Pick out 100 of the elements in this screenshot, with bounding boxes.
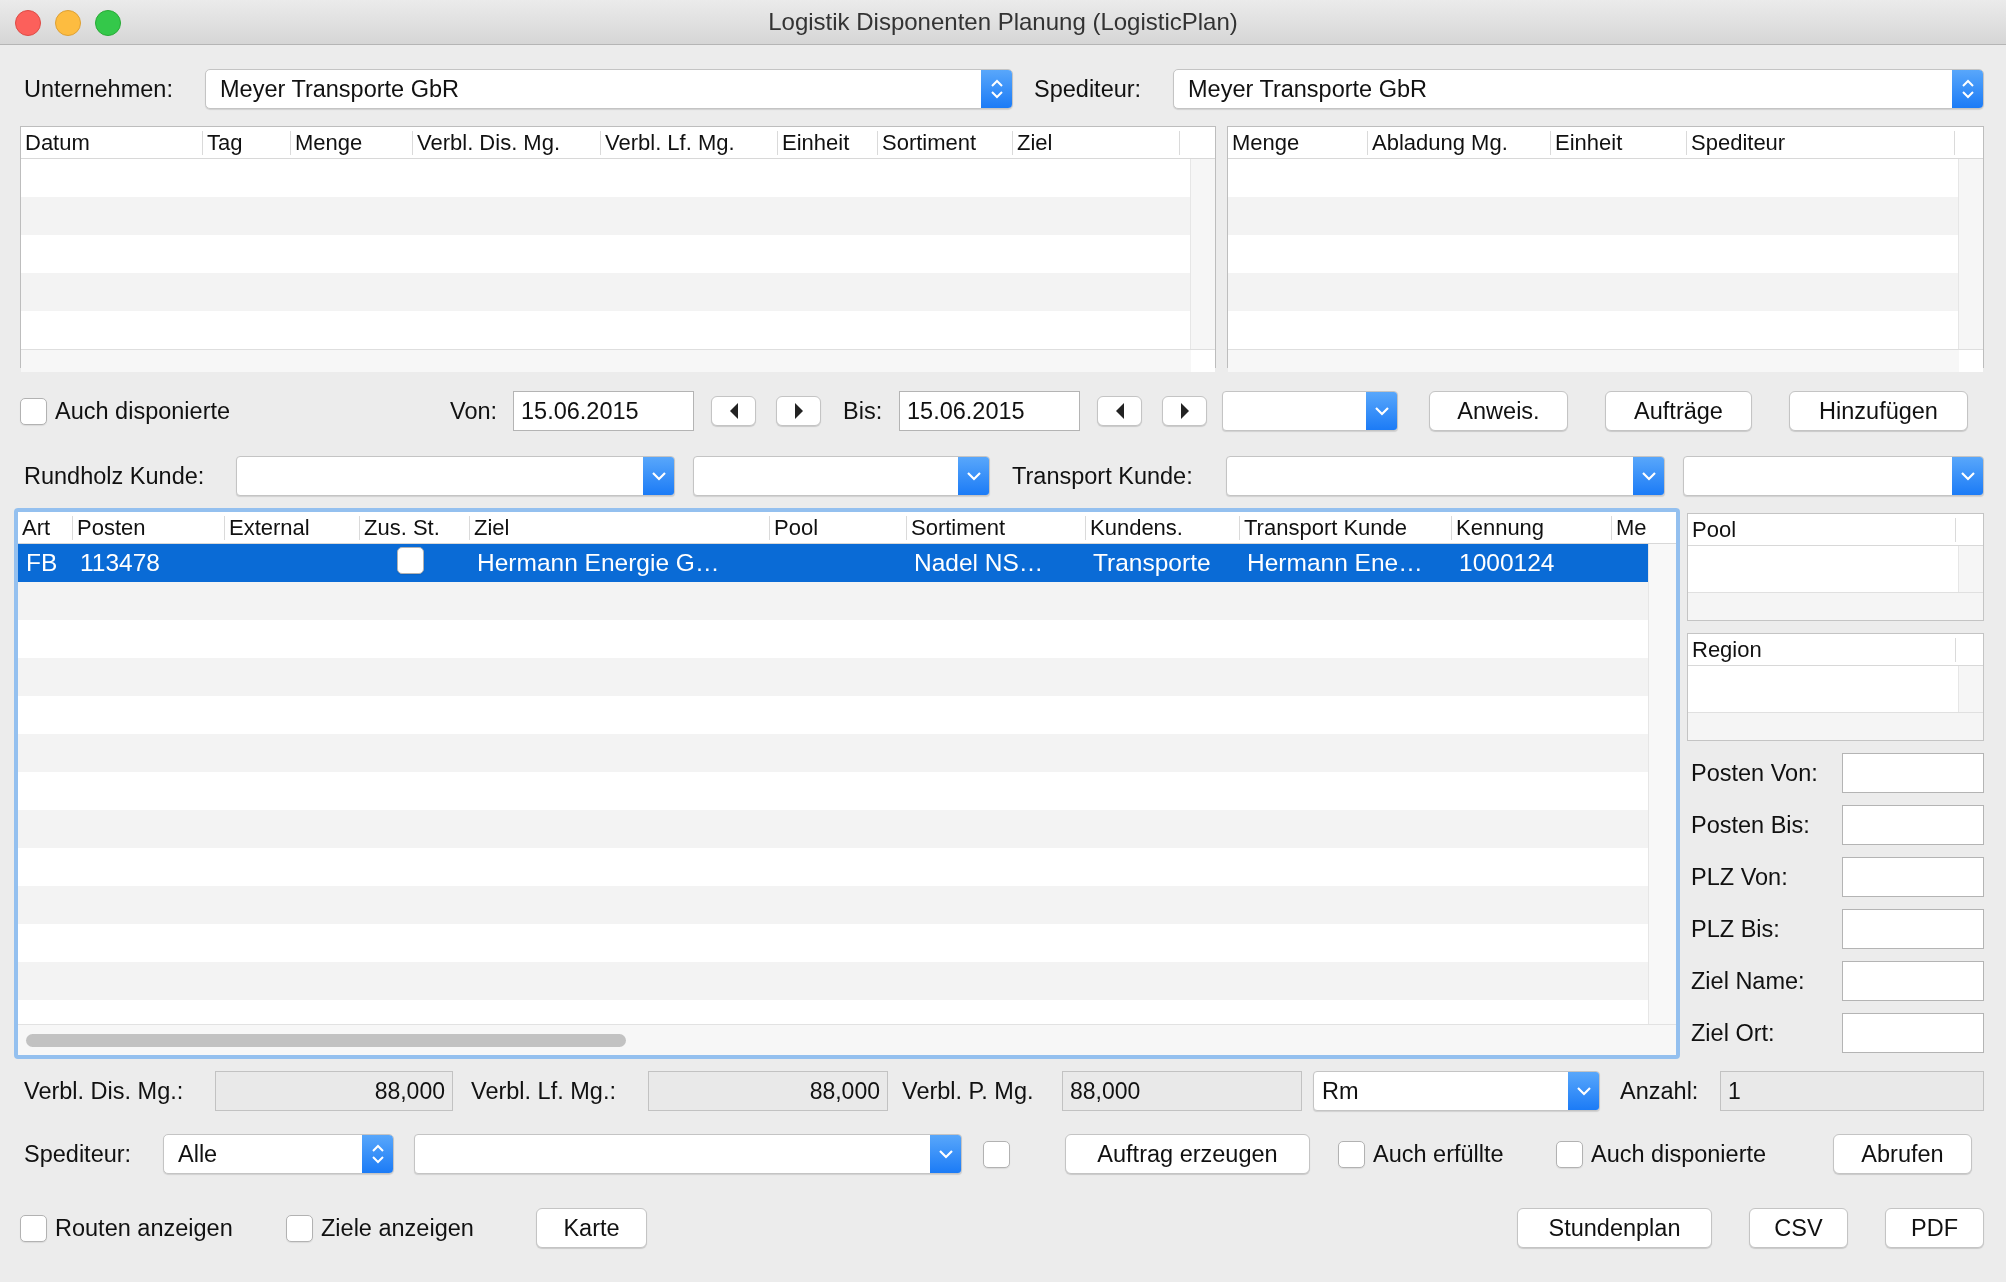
table-row[interactable]: FB 113478 Hermann Energie G… Nadel NS… Transporte Hermann Ene… 1000124	[18, 544, 1648, 582]
customer-combo[interactable]	[1226, 456, 1665, 496]
customer-combo[interactable]	[693, 456, 990, 496]
filter-field[interactable]	[1842, 1013, 1984, 1053]
column-header[interactable]: Transport Kunde	[1239, 515, 1451, 540]
footer-button[interactable]: Stundenplan	[1517, 1208, 1712, 1248]
column-header[interactable]: Ziel	[469, 515, 769, 540]
field-label: Ziel Name:	[1690, 967, 1806, 995]
vertical-scrollbar[interactable]	[1648, 544, 1676, 1024]
checkbox[interactable]	[286, 1214, 313, 1242]
toolbar-button[interactable]: Anweis.	[1429, 391, 1568, 431]
field-label: Bis:	[842, 397, 884, 425]
column-header[interactable]: Me	[1611, 515, 1647, 540]
column-header[interactable]: Sortiment	[877, 130, 1012, 155]
vertical-scrollbar[interactable]	[1958, 546, 1983, 592]
horizontal-scrollbar[interactable]	[1688, 592, 1983, 620]
close-button[interactable]	[15, 10, 41, 36]
minimize-button[interactable]	[55, 10, 81, 36]
readonly-field[interactable]: 1	[1720, 1071, 1984, 1111]
chevron-down-icon	[938, 1149, 954, 1159]
vertical-scrollbar[interactable]	[1190, 159, 1215, 349]
field-label: Posten Von:	[1690, 759, 1819, 787]
carrier-popup[interactable]: Meyer Transporte GbR	[1173, 69, 1984, 109]
filter-field[interactable]	[1842, 909, 1984, 949]
column-header[interactable]: Zus. St.	[359, 515, 469, 540]
column-header[interactable]: Verbl. Dis. Mg.	[412, 130, 600, 155]
horizontal-scrollbar[interactable]	[1228, 349, 1983, 372]
column-header[interactable]: Kundens.	[1085, 515, 1239, 540]
carrier-popup[interactable]: Alle	[163, 1134, 394, 1174]
create-order-button[interactable]: Auftrag erzeugen	[1065, 1134, 1310, 1174]
chevron-down-icon	[1374, 406, 1390, 416]
column-header[interactable]: Tag	[202, 130, 290, 155]
column-header[interactable]: Region	[1688, 637, 1955, 662]
customer-combo[interactable]	[236, 456, 675, 496]
chevron-down-icon	[1960, 471, 1976, 481]
checkbox[interactable]	[983, 1140, 1010, 1168]
up-down-chevron-icon	[990, 78, 1004, 100]
field-label: Anzahl:	[1619, 1077, 1700, 1105]
table-cell-text: 113478	[79, 549, 161, 577]
column-header[interactable]: Einheit	[1550, 130, 1686, 155]
toolbar-button[interactable]: Hinzufügen	[1789, 391, 1968, 431]
vertical-scrollbar[interactable]	[1958, 666, 1983, 712]
fetch-button[interactable]: Abrufen	[1833, 1134, 1972, 1174]
column-header[interactable]: Posten	[72, 515, 224, 540]
previous-button[interactable]	[711, 396, 756, 426]
table-cell-text: Hermann Ene…	[1246, 549, 1424, 577]
triangle-right-icon	[792, 402, 805, 420]
column-header[interactable]: Ziel	[1012, 130, 1179, 155]
horizontal-scrollbar[interactable]	[21, 349, 1215, 372]
horizontal-scrollbar[interactable]	[18, 1024, 1676, 1055]
dropdown[interactable]	[1222, 391, 1398, 431]
next-button[interactable]	[1162, 396, 1207, 426]
checkbox[interactable]	[20, 1214, 47, 1242]
map-button[interactable]: Karte	[536, 1208, 647, 1248]
company-popup[interactable]: Meyer Transporte GbR	[205, 69, 1013, 109]
filter-field[interactable]	[1842, 753, 1984, 793]
customer-combo[interactable]	[1683, 456, 1984, 496]
column-header[interactable]: Art	[18, 515, 72, 540]
horizontal-scrollbar-thumb[interactable]	[26, 1033, 626, 1047]
date-field[interactable]: 15.06.2015	[899, 391, 1080, 431]
readonly-field[interactable]: 88,000	[215, 1071, 453, 1111]
column-header[interactable]: Sortiment	[906, 515, 1085, 540]
field-label: Von:	[449, 397, 499, 425]
vertical-scrollbar[interactable]	[1958, 159, 1983, 349]
column-header[interactable]: Kennung	[1451, 515, 1611, 540]
column-header[interactable]: Abladung Mg.	[1367, 130, 1550, 155]
chevron-down-icon	[1576, 1086, 1592, 1096]
filter-field[interactable]	[1842, 805, 1984, 845]
horizontal-scrollbar[interactable]	[1688, 712, 1983, 740]
checkbox-label: Routen anzeigen	[54, 1214, 233, 1242]
carrier-combo[interactable]	[414, 1134, 962, 1174]
unit-combo[interactable]: Rm	[1313, 1071, 1600, 1111]
column-header[interactable]: External	[224, 515, 359, 540]
zoom-button[interactable]	[95, 10, 121, 36]
column-header[interactable]: Einheit	[777, 130, 877, 155]
field-label: Verbl. Dis. Mg.:	[23, 1077, 185, 1105]
checkbox[interactable]	[20, 397, 47, 425]
column-header[interactable]: Verbl. Lf. Mg.	[600, 130, 777, 155]
column-header[interactable]: Spediteur	[1686, 130, 1954, 155]
toolbar-button[interactable]: Aufträge	[1605, 391, 1752, 431]
column-header[interactable]: Menge	[1228, 130, 1367, 155]
checkbox[interactable]	[1338, 1140, 1365, 1168]
checkbox[interactable]	[1556, 1140, 1583, 1168]
filter-field[interactable]	[1842, 961, 1984, 1001]
column-header[interactable]: Menge	[290, 130, 412, 155]
table-checkbox[interactable]	[397, 546, 424, 574]
next-button[interactable]	[776, 396, 821, 426]
field-label: Verbl. P. Mg.	[901, 1077, 1035, 1105]
readonly-field[interactable]: 88,000	[648, 1071, 888, 1111]
column-header[interactable]: Datum	[21, 130, 202, 155]
checkbox-label: Auch disponierte	[54, 397, 231, 425]
footer-button[interactable]: PDF	[1885, 1208, 1984, 1248]
column-header[interactable]: Pool	[1688, 517, 1955, 542]
readonly-field[interactable]: 88,000	[1062, 1071, 1302, 1111]
date-field[interactable]: 15.06.2015	[513, 391, 694, 431]
footer-button[interactable]: CSV	[1749, 1208, 1848, 1248]
up-down-chevron-icon	[1961, 78, 1975, 100]
previous-button[interactable]	[1097, 396, 1142, 426]
filter-field[interactable]	[1842, 857, 1984, 897]
column-header[interactable]: Pool	[769, 515, 906, 540]
